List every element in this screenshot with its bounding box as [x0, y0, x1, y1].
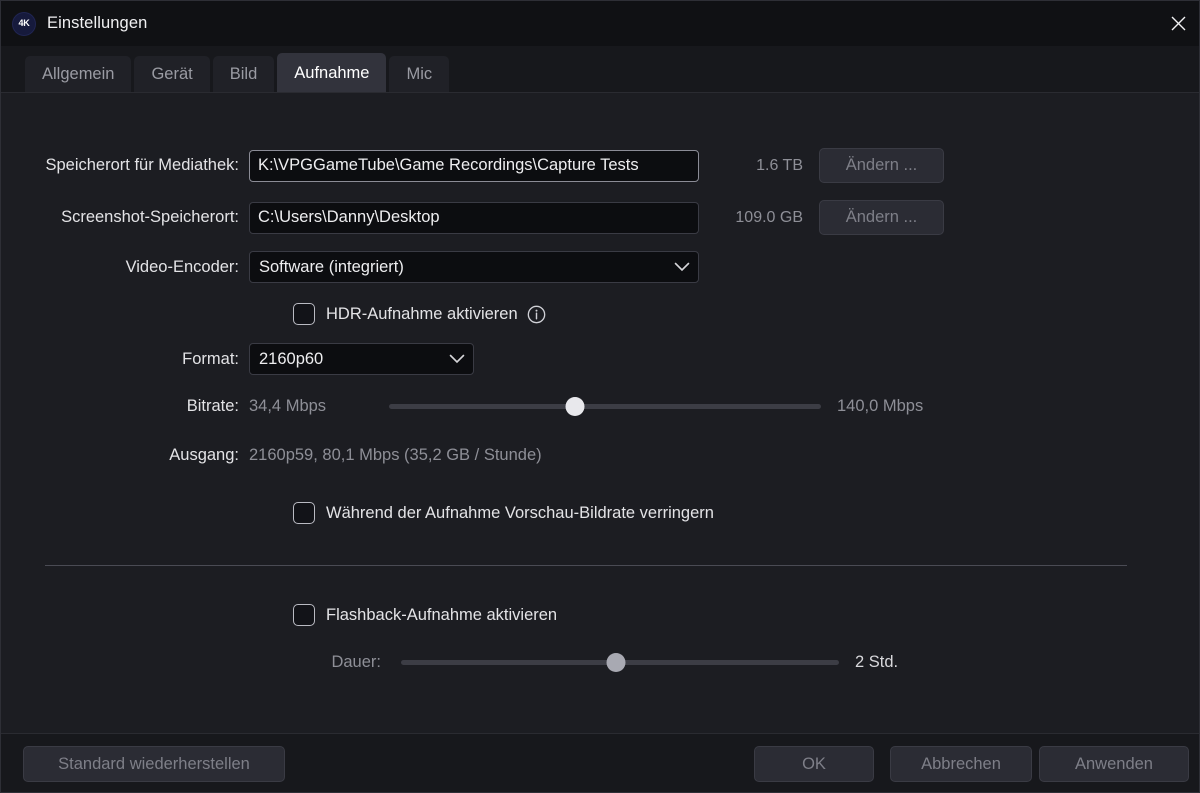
bitrate-label: Bitrate:	[186, 396, 239, 415]
flashback-checkbox-row: Flashback-Aufnahme aktivieren	[293, 604, 557, 626]
info-icon[interactable]	[527, 305, 546, 324]
section-divider	[45, 565, 1127, 566]
output-row: Ausgang: 2160p59, 80,1 Mbps (35,2 GB / S…	[1, 446, 901, 465]
settings-content: Speicherort für Mediathek: K:\VPGGameTub…	[1, 93, 1199, 733]
reduce-preview-label: Während der Aufnahme Vorschau-Bildrate v…	[326, 503, 714, 522]
4k-logo-text: 4K	[18, 18, 30, 28]
ok-button[interactable]: OK	[754, 746, 874, 782]
bitrate-max-label: 140,0 Mbps	[837, 396, 924, 415]
duration-slider-thumb[interactable]	[606, 652, 626, 672]
restore-defaults-button[interactable]: Standard wiederherstellen	[23, 746, 285, 782]
flashback-label: Flashback-Aufnahme aktivieren	[326, 605, 558, 624]
media-library-free-space: 1.6 TB	[756, 156, 803, 174]
4k-logo-icon: 4K	[13, 12, 35, 35]
media-library-row: Speicherort für Mediathek: K:\VPGGameTub…	[1, 148, 1161, 183]
video-encoder-select[interactable]: Software (integriert)	[249, 251, 699, 283]
settings-window: 4K Einstellungen Allgemein Gerät Bild Au…	[0, 0, 1200, 793]
duration-label: Dauer:	[331, 652, 381, 671]
screenshot-location-input[interactable]: C:\Users\Danny\Desktop	[249, 201, 699, 234]
bitrate-slider-thumb[interactable]	[565, 396, 585, 416]
tab-allgemein[interactable]: Allgemein	[25, 56, 132, 93]
reduce-preview-checkbox-row: Während der Aufnahme Vorschau-Bildrate v…	[293, 502, 714, 524]
bitrate-row: Bitrate: 34,4 Mbps 140,0 Mbps	[1, 396, 1001, 416]
screenshot-location-change-button[interactable]: Ändern ...	[819, 200, 944, 235]
bitrate-slider[interactable]	[389, 396, 821, 416]
duration-slider[interactable]	[401, 652, 839, 672]
bitrate-slider-track	[389, 403, 821, 409]
screenshot-location-label: Screenshot-Speicherort:	[61, 208, 239, 226]
apply-button[interactable]: Anwenden	[1039, 746, 1189, 782]
format-select[interactable]: 2160p60	[249, 343, 474, 375]
cancel-button[interactable]: Abbrechen	[890, 746, 1032, 782]
flashback-checkbox[interactable]	[293, 604, 315, 626]
video-encoder-value: Software (integriert)	[259, 257, 404, 276]
media-library-label: Speicherort für Mediathek:	[45, 156, 239, 174]
output-label: Ausgang:	[169, 446, 239, 464]
hdr-label: HDR-Aufnahme aktivieren	[326, 304, 518, 323]
close-button[interactable]	[1155, 1, 1199, 46]
duration-row: Dauer: 2 Std.	[1, 652, 1001, 672]
bitrate-min-label: 34,4 Mbps	[249, 396, 327, 415]
video-encoder-row: Video-Encoder: Software (integriert)	[1, 251, 801, 283]
tab-bild[interactable]: Bild	[212, 56, 275, 93]
screenshot-location-free-space: 109.0 GB	[735, 208, 803, 226]
screenshot-location-row: Screenshot-Speicherort: C:\Users\Danny\D…	[1, 200, 1161, 235]
hdr-checkbox-row: HDR-Aufnahme aktivieren	[293, 303, 546, 325]
tab-aufnahme[interactable]: Aufnahme	[277, 53, 387, 93]
format-value: 2160p60	[259, 349, 324, 368]
video-encoder-label: Video-Encoder:	[125, 257, 239, 276]
duration-value: 2 Std.	[855, 652, 899, 671]
chevron-down-icon	[449, 354, 465, 364]
hdr-checkbox[interactable]	[293, 303, 315, 325]
window-title: Einstellungen	[47, 14, 148, 32]
footer-bar: Standard wiederherstellen OK Abbrechen A…	[1, 733, 1199, 792]
chevron-down-icon	[674, 262, 690, 272]
format-row: Format: 2160p60	[1, 343, 601, 375]
format-label: Format:	[182, 349, 239, 368]
media-library-input[interactable]: K:\VPGGameTube\Game Recordings\Capture T…	[249, 149, 699, 182]
output-value: 2160p59, 80,1 Mbps (35,2 GB / Stunde)	[249, 446, 542, 464]
tab-bar: Allgemein Gerät Bild Aufnahme Mic	[1, 46, 1199, 93]
media-library-change-button[interactable]: Ändern ...	[819, 148, 944, 183]
tab-mic[interactable]: Mic	[389, 56, 450, 93]
reduce-preview-checkbox[interactable]	[293, 502, 315, 524]
title-bar: 4K Einstellungen	[1, 1, 1199, 46]
close-icon	[1171, 16, 1185, 31]
tab-geraet[interactable]: Gerät	[134, 56, 210, 93]
